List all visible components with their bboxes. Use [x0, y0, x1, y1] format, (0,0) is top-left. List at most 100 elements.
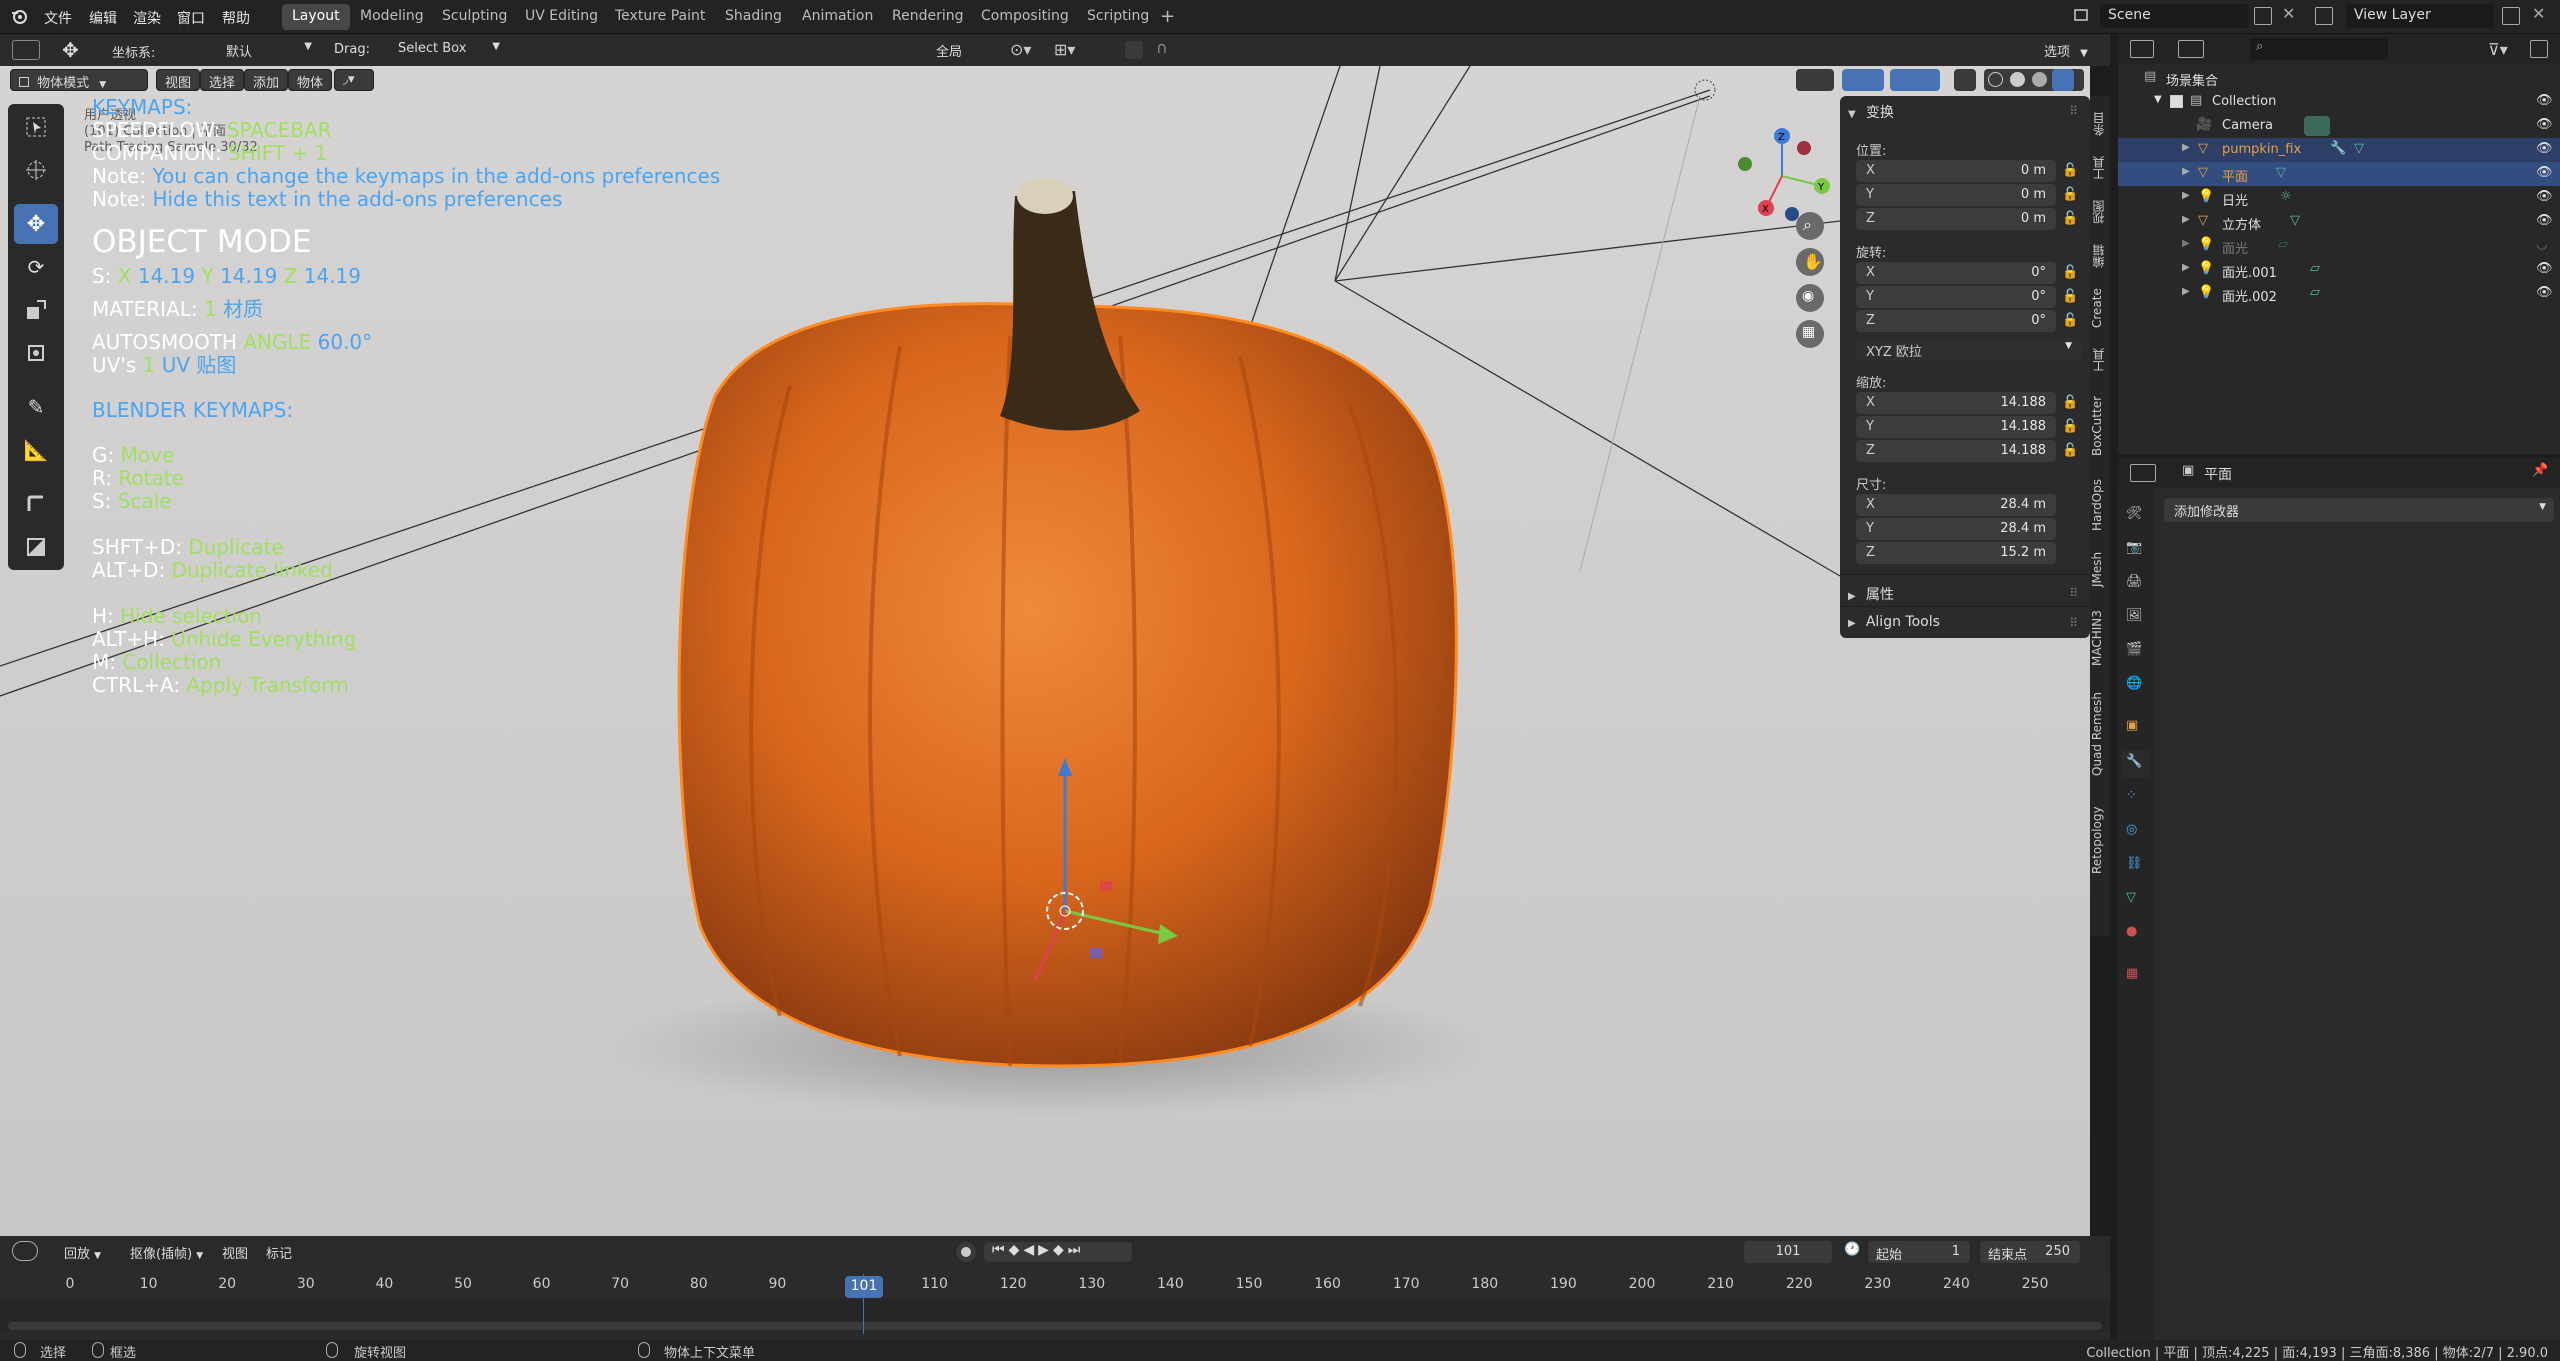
tab-hardops[interactable]: HardOps: [2090, 472, 2110, 538]
tab-sculpting[interactable]: Sculpting: [432, 4, 517, 30]
area-light-data-icon[interactable]: ▱: [2310, 285, 2320, 300]
tab-item[interactable]: 条目: [2090, 104, 2110, 144]
rotate-tool-icon[interactable]: ⟳: [14, 247, 58, 287]
lock-icon[interactable]: 🔓: [2062, 211, 2078, 226]
orientation-dropdown[interactable]: 默认 ▼: [196, 39, 318, 61]
tab-jmesh[interactable]: JMesh: [2090, 544, 2110, 594]
cursor-tool-icon[interactable]: [14, 150, 58, 190]
location-x-field[interactable]: X 0 m: [1856, 160, 2056, 182]
lock-icon[interactable]: 🔓: [2062, 289, 2078, 304]
outliner-row-sun[interactable]: ▶ 💡 日光 ☼ 👁: [2118, 186, 2560, 210]
mesh-data-icon[interactable]: ▽: [2276, 165, 2286, 180]
scale-tool-icon[interactable]: [14, 290, 58, 330]
lock-icon[interactable]: 🔓: [2062, 163, 2078, 178]
output-props-icon[interactable]: 🖨: [2126, 574, 2143, 589]
tab-edit[interactable]: 编辑: [2090, 236, 2110, 276]
data-props-icon[interactable]: ▽: [2126, 890, 2136, 905]
eye-icon[interactable]: 👁: [2536, 213, 2553, 228]
tab-shading[interactable]: Shading: [715, 4, 792, 30]
sculpt-tools-icon[interactable]: ◞▾: [334, 69, 374, 91]
modifier-props-icon[interactable]: 🔧: [2122, 750, 2150, 778]
snap-icon[interactable]: ⊞▾: [1054, 40, 1075, 59]
eye-icon[interactable]: 👁: [2536, 189, 2553, 204]
world-props-icon[interactable]: 🌐: [2126, 676, 2142, 691]
transform-tool-icon[interactable]: [14, 333, 58, 373]
transform-panel-header[interactable]: ▼ 变换 ⠿: [1848, 102, 2082, 124]
view-layer-props-icon[interactable]: 🖼: [2126, 608, 2143, 623]
end-frame-field[interactable]: 结束点 250: [1980, 1241, 2080, 1263]
tab-retopology[interactable]: Retopology: [2090, 792, 2110, 888]
hardops-tool-icon[interactable]: [14, 527, 58, 567]
tab-layout[interactable]: Layout: [282, 4, 350, 30]
tab-tool[interactable]: 工具: [2090, 148, 2110, 188]
scale-z-field[interactable]: Z 14.188: [1856, 440, 2056, 462]
drag-handle-icon[interactable]: ⠿: [2069, 104, 2078, 118]
editor-type-icon[interactable]: [12, 1241, 38, 1261]
eye-icon[interactable]: 👁: [2536, 141, 2553, 156]
prev-keyframe-icon[interactable]: ◆: [1009, 1242, 1024, 1258]
move-tool-icon[interactable]: ✥: [14, 204, 58, 244]
wrench-icon[interactable]: 🔧: [2330, 141, 2346, 156]
lock-icon[interactable]: 🔓: [2062, 395, 2078, 410]
dimensions-z-field[interactable]: Z 15.2 m: [1856, 542, 2056, 564]
eye-icon[interactable]: 👁: [2536, 261, 2553, 276]
location-y-field[interactable]: Y 0 m: [1856, 184, 2056, 206]
eye-closed-icon[interactable]: ◡: [2536, 237, 2547, 252]
display-mode-icon[interactable]: [2178, 40, 2204, 58]
proportional-edit-icon[interactable]: [1125, 41, 1143, 59]
gizmo-toggle-icon[interactable]: [1842, 69, 1884, 91]
lock-icon[interactable]: 🔓: [2062, 187, 2078, 202]
tab-scripting[interactable]: Scripting: [1077, 4, 1159, 30]
boxcutter-tool-icon[interactable]: [14, 484, 58, 524]
scene-selector[interactable]: Scene: [2100, 4, 2248, 28]
rotation-x-field[interactable]: X 0°: [1856, 262, 2056, 284]
physics-props-icon[interactable]: ◎: [2126, 822, 2137, 837]
keying-menu[interactable]: 抠像(插帧) ▼: [122, 1241, 208, 1263]
pan-hand-icon[interactable]: ✋: [1796, 248, 1824, 276]
playback-controls[interactable]: ⏮◆◀▶◆⏭: [984, 1242, 1132, 1262]
marker-menu[interactable]: 标记: [258, 1241, 301, 1263]
chevron-down-icon[interactable]: ▼: [2154, 94, 2162, 105]
lock-icon[interactable]: 🔓: [2062, 443, 2078, 458]
tab-view[interactable]: 视图: [2090, 192, 2110, 232]
tab-compositing[interactable]: Compositing: [971, 4, 1079, 30]
eye-icon[interactable]: 👁: [2536, 93, 2553, 108]
object-props-icon[interactable]: ▣: [2126, 718, 2138, 733]
chevron-right-icon[interactable]: ▶: [2182, 166, 2190, 177]
editor-type-icon[interactable]: [12, 40, 40, 60]
tab-texture-paint[interactable]: Texture Paint: [605, 4, 715, 30]
particles-props-icon[interactable]: ⁘: [2126, 788, 2137, 803]
area-light-data-icon[interactable]: ▱: [2278, 237, 2288, 252]
select-menu[interactable]: 选择: [200, 69, 245, 91]
chevron-right-icon[interactable]: ▶: [2182, 286, 2190, 297]
next-keyframe-icon[interactable]: ◆: [1053, 1242, 1068, 1258]
scene-icon[interactable]: [2072, 6, 2090, 24]
lock-icon[interactable]: 🔓: [2062, 265, 2078, 280]
pivot-icon[interactable]: ⊙▾: [1010, 40, 1031, 59]
outliner-row-area-light-002[interactable]: ▶ 💡 面光.002 ▱ 👁: [2118, 282, 2560, 306]
add-workspace-icon[interactable]: +: [1160, 6, 1175, 27]
menu-file[interactable]: 文件: [44, 8, 72, 28]
chevron-right-icon[interactable]: ▶: [2182, 214, 2190, 225]
lock-icon[interactable]: 🔓: [2062, 419, 2078, 434]
new-collection-icon[interactable]: [2530, 40, 2548, 58]
properties-panel-header[interactable]: ▶ 属性 ⠿: [1848, 584, 2082, 604]
start-frame-field[interactable]: 起始 1: [1868, 1241, 1970, 1263]
material-props-icon[interactable]: ●: [2126, 924, 2137, 939]
visibility-icon[interactable]: [1796, 69, 1834, 91]
tab-uv-editing[interactable]: UV Editing: [515, 4, 608, 30]
measure-tool-icon[interactable]: 📐: [14, 430, 58, 470]
mesh-data-icon[interactable]: ▽: [2354, 141, 2364, 156]
object-menu[interactable]: 物体: [288, 69, 333, 91]
scene-props-icon[interactable]: 🎬: [2126, 642, 2142, 657]
location-z-field[interactable]: Z 0 m: [1856, 208, 2056, 230]
zoom-icon[interactable]: ⌕: [1796, 212, 1824, 240]
drag-dropdown[interactable]: Select Box ▼: [390, 39, 506, 61]
rotation-z-field[interactable]: Z 0°: [1856, 310, 2056, 332]
camera-data-icon[interactable]: [2304, 116, 2330, 136]
rotation-y-field[interactable]: Y 0°: [1856, 286, 2056, 308]
texture-props-icon[interactable]: ▦: [2126, 966, 2138, 981]
eye-icon[interactable]: 👁: [2536, 285, 2553, 300]
playback-menu[interactable]: 回放 ▼: [56, 1241, 114, 1263]
play-icon[interactable]: ▶: [1038, 1242, 1053, 1258]
